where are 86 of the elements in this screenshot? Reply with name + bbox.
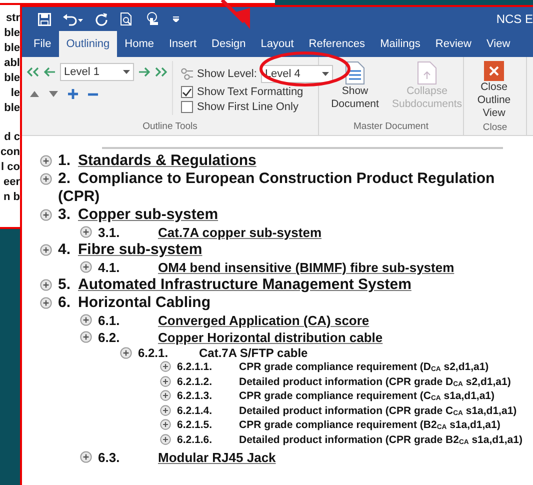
- dropdown-caret-icon[interactable]: [322, 72, 329, 76]
- outline-heading[interactable]: 6.2.1. Cat.7A S/FTP cable: [138, 346, 308, 361]
- ribbon-tab[interactable]: References: [301, 31, 373, 57]
- expand-plus-icon[interactable]: [160, 404, 171, 416]
- expand-icon[interactable]: [68, 89, 78, 99]
- outline-heading[interactable]: 5. Automated Infrastructure Management System: [58, 276, 412, 294]
- promote-icon[interactable]: [44, 67, 56, 77]
- redo-icon[interactable]: [95, 12, 108, 26]
- document-text-fragment: ble: [4, 101, 20, 116]
- outline-heading[interactable]: 4.1. OM4 bend insensitive (BIMMF) fibre sub-system: [98, 259, 454, 276]
- outline-heading[interactable]: 6.1. Converged Application (CA) score: [98, 312, 370, 329]
- expand-plus-icon[interactable]: [40, 244, 52, 256]
- promote-to-heading-icon[interactable]: [26, 67, 40, 77]
- close-outline-view-button[interactable]: Close Outline View: [464, 57, 524, 120]
- collapse-icon[interactable]: [88, 92, 98, 96]
- checkmark-icon: [182, 88, 192, 96]
- outline-heading[interactable]: 3.1. Cat.7A copper sub-system: [98, 224, 322, 241]
- outline-heading[interactable]: 4. Fibre sub-system: [58, 241, 202, 259]
- outline-heading[interactable]: 6.2.1.4. Detailed product information (CPR grade C$_{CA}$ s1a,d1,a1): [177, 404, 517, 420]
- expand-plus-icon[interactable]: [160, 419, 171, 430]
- document-text-fragment: con: [0, 145, 20, 160]
- print-preview-icon[interactable]: [120, 12, 133, 26]
- document-text-fragment: l co: [1, 160, 20, 175]
- outline-heading[interactable]: 6.3. Modular RJ45 Jack: [98, 448, 276, 466]
- save-icon[interactable]: [38, 12, 51, 26]
- undo-icon[interactable]: [63, 12, 83, 26]
- demote-to-body-icon[interactable]: [154, 67, 168, 77]
- outline-heading[interactable]: 3. Copper sub-system: [58, 206, 218, 224]
- expand-plus-icon[interactable]: [160, 434, 171, 445]
- show-level-label: Show Level:: [197, 68, 257, 80]
- outline-heading[interactable]: 6.2.1.3. CPR grade compliance requirement (C$_{CA}$ s1a,d1,a1): [177, 390, 495, 405]
- dropdown-caret-icon[interactable]: [123, 70, 130, 74]
- expand-plus-icon[interactable]: [40, 279, 52, 291]
- ribbon-tab[interactable]: Home: [117, 31, 162, 57]
- outline-heading[interactable]: 2. Compliance to European Construction Product Regulation (CPR): [58, 170, 529, 206]
- document-text-fragment: d c: [4, 130, 20, 145]
- expand-plus-icon[interactable]: [80, 450, 92, 463]
- outline-heading[interactable]: 6.2.1.1. CPR grade compliance requirement (D$_{CA}$ s2,d1,a1): [177, 361, 489, 376]
- ribbon-tab[interactable]: Design: [204, 31, 254, 57]
- group-label: Master Document: [352, 120, 430, 134]
- document-text-fragment: le: [10, 86, 20, 101]
- ribbon-tab[interactable]: File: [26, 31, 59, 57]
- document-icon: [345, 61, 365, 85]
- outline-heading[interactable]: 1. Standards & Regulations: [58, 152, 256, 170]
- group-label: Outline Tools: [142, 120, 198, 134]
- move-up-icon[interactable]: [30, 91, 39, 97]
- close-icon: [484, 61, 504, 81]
- expand-plus-icon[interactable]: [40, 155, 52, 167]
- move-down-icon[interactable]: [49, 91, 58, 97]
- document-text-fragment: ble: [4, 26, 20, 41]
- outline-level-dropdown[interactable]: Level 1: [60, 63, 134, 81]
- document-text-fragment: abl: [4, 56, 20, 71]
- expand-plus-icon[interactable]: [40, 209, 52, 221]
- expand-plus-icon[interactable]: [120, 347, 132, 359]
- annotation-arrow: [220, 0, 250, 29]
- document-text-fragment: n b: [4, 190, 20, 205]
- demote-icon[interactable]: [138, 67, 150, 77]
- outline-heading[interactable]: 6.2.1.2. Detailed product information (CPR grade D$_{CA}$ s2,d1,a1): [177, 376, 511, 390]
- expand-plus-icon[interactable]: [160, 390, 171, 402]
- show-level-icon: [181, 68, 193, 80]
- ribbon-tab[interactable]: Layout: [253, 31, 302, 57]
- expand-plus-icon[interactable]: [80, 261, 92, 273]
- expand-plus-icon[interactable]: [80, 314, 92, 326]
- expand-plus-icon[interactable]: [160, 376, 171, 387]
- ribbon-tab[interactable]: Review: [428, 31, 479, 57]
- ribbon-tab[interactable]: Insert: [162, 31, 204, 57]
- outline-heading[interactable]: 6. Horizontal Cabling: [58, 294, 210, 312]
- expand-plus-icon[interactable]: [80, 226, 92, 238]
- expand-plus-icon[interactable]: [80, 331, 92, 343]
- group-label: Close: [482, 121, 508, 135]
- document-text-fragment: str: [6, 11, 20, 26]
- expand-plus-icon[interactable]: [160, 361, 171, 372]
- ribbon-tab[interactable]: View: [479, 31, 518, 57]
- document-text-fragment: ble: [4, 71, 20, 86]
- window-title: NCS E: [496, 12, 533, 26]
- outline-heading[interactable]: 6.2.1.5. CPR grade compliance requirement (B2$_{CA}$ s1a,d1,a1): [177, 419, 500, 434]
- outline-heading[interactable]: 6.2. Copper Horizontal distribution cable: [98, 329, 383, 346]
- customize-caret-icon[interactable]: [173, 16, 179, 22]
- ribbon-tab[interactable]: Outlining: [58, 31, 118, 57]
- document-text-fragment: eer: [3, 175, 20, 190]
- expand-plus-icon[interactable]: [40, 297, 52, 309]
- document-text-fragment: ble: [4, 41, 20, 56]
- outline-heading[interactable]: 6.2.1.6. Detailed product information (CPR grade B2$_{CA}$ s1a,d1,a1): [177, 434, 522, 449]
- expand-plus-icon[interactable]: [40, 173, 52, 185]
- ribbon-tab[interactable]: Mailings: [372, 31, 428, 57]
- document-icon: [417, 61, 437, 85]
